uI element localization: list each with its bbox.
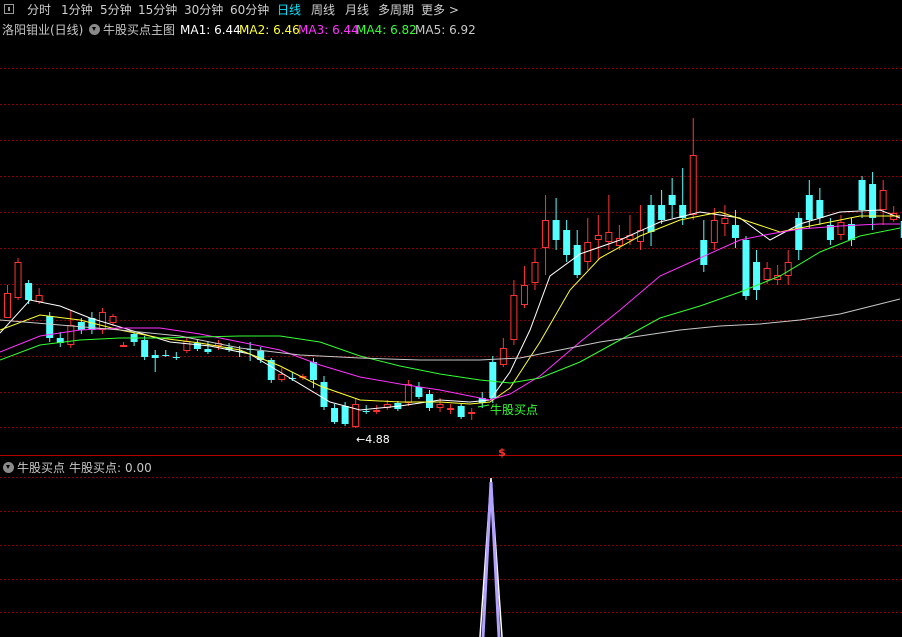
candle [563, 220, 571, 262]
candle [520, 266, 528, 308]
ma-line-grey [0, 298, 901, 361]
candle [67, 310, 75, 348]
buy-signal-label: 牛股买点 [490, 402, 538, 417]
candle [468, 408, 476, 420]
candle [141, 336, 149, 360]
signal-pointer [477, 404, 490, 408]
candle [447, 404, 455, 414]
candle [542, 195, 550, 275]
candle [352, 398, 360, 428]
low-price-annotation: ←4.88 [356, 433, 390, 446]
sub-panel-header: 牛股买点 牛股买点: 0.00 [0, 458, 902, 478]
candle [858, 176, 866, 218]
candle [278, 368, 286, 382]
sub-value: 0.00 [125, 461, 152, 475]
candle [510, 280, 518, 345]
candle [890, 206, 898, 222]
candle [426, 390, 433, 411]
candle [4, 285, 11, 318]
sub-value-label: 牛股买点: [69, 461, 122, 475]
candle [130, 332, 138, 346]
candle [605, 195, 613, 250]
kline-chart: ←4.88牛股买点$ [0, 68, 902, 637]
candle [204, 341, 212, 354]
candle [56, 332, 64, 347]
candle [784, 250, 792, 285]
candle [499, 338, 507, 367]
ma-line-white [0, 209, 901, 411]
candle [753, 250, 761, 300]
sub-indicator-name: 牛股买点 [17, 461, 66, 475]
candle [183, 338, 191, 353]
candle [700, 220, 708, 272]
candle [647, 195, 655, 246]
candle [14, 258, 22, 300]
candle [320, 376, 328, 410]
candle [584, 218, 592, 270]
candle [848, 218, 855, 246]
candle [774, 265, 782, 285]
candle [637, 205, 644, 250]
candle [816, 188, 824, 225]
candle [162, 350, 170, 357]
candle [594, 215, 602, 260]
candle [837, 215, 845, 240]
candle [689, 118, 697, 220]
candle [869, 172, 877, 230]
candle [658, 190, 666, 224]
sub-dropdown-circle-icon[interactable] [3, 462, 14, 473]
candle [721, 205, 729, 236]
ma-line-magenta [0, 223, 900, 401]
candle [151, 350, 159, 372]
candle [552, 198, 560, 250]
candle [120, 342, 128, 347]
candle [457, 404, 465, 419]
candle [415, 382, 423, 399]
candle [373, 405, 381, 414]
candle [795, 212, 803, 260]
candle [331, 404, 339, 424]
candle [879, 180, 887, 225]
candle [531, 248, 539, 290]
